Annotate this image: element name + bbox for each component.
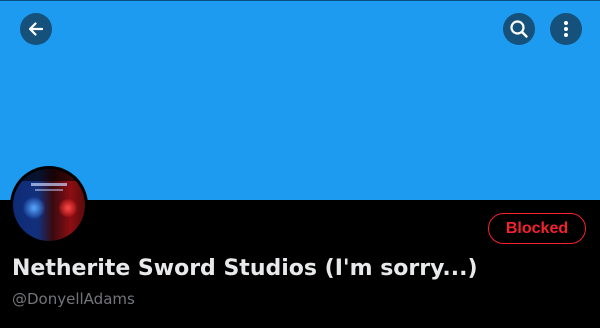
profile-header: Blocked Netherite Sword Studios (I'm sor… [0,0,600,328]
status-divider [0,0,600,1]
user-handle: @DonyellAdams [12,290,135,308]
back-button[interactable] [20,13,52,45]
avatar-image [13,169,85,241]
avatar[interactable] [10,166,88,244]
search-button[interactable] [503,13,535,45]
more-options-button[interactable] [550,13,582,45]
arrow-left-icon [26,19,46,39]
more-vertical-icon [556,19,576,39]
blocked-button[interactable]: Blocked [488,213,586,244]
search-icon [509,19,529,39]
display-name: Netherite Sword Studios (I'm sorry...) [12,256,478,281]
